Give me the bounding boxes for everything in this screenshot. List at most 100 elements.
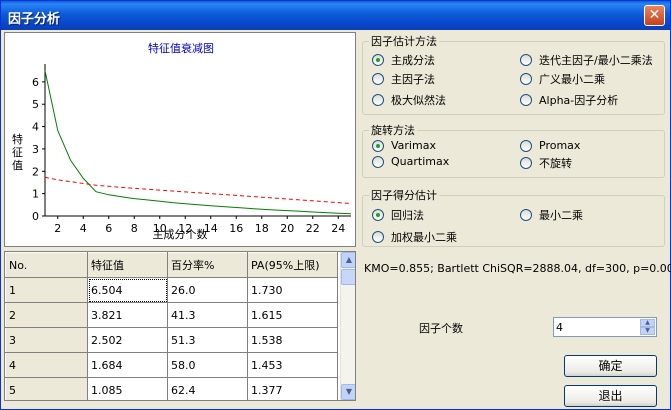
estimation-option-label: 广义最小二乘 xyxy=(539,73,605,86)
table-row[interactable]: 4 1.684 58.0 1.453 xyxy=(5,352,338,378)
scree-plot-panel: 0 1 2 3 4 5 6 2 4 6 8 10 12 14 16 18 20 22 24 特征值衰减图 特征值 主… xyxy=(4,32,356,247)
estimation-option-5[interactable]: Alpha-因子分析 xyxy=(520,92,618,108)
factor-count-label: 因子个数 xyxy=(419,322,463,335)
radio-icon[interactable] xyxy=(372,73,384,85)
table-row[interactable]: 5 1.085 62.4 1.377 xyxy=(5,377,338,400)
y-tick-label: 4 xyxy=(32,121,39,134)
rotation-option-label: Quartimax xyxy=(391,155,450,168)
estimation-option-4[interactable]: 极大似然法 xyxy=(372,92,446,108)
radio-icon[interactable] xyxy=(372,155,384,168)
estimation-option-label: Alpha-因子分析 xyxy=(539,94,619,107)
eigenvalue-series-line xyxy=(44,70,352,215)
chart-title: 特征值衰减图 xyxy=(148,42,214,55)
eigenvalue-table: No. 特征值 百分率% PA(95%上限) 1 6.504 26.0 1.730 2 3… xyxy=(5,252,338,400)
estimation-option-label: 极大似然法 xyxy=(391,94,446,107)
y-tick-label: 2 xyxy=(32,165,39,178)
row-number-cell[interactable]: 1 xyxy=(5,277,88,303)
column-header-eigenvalue[interactable]: 特征值 xyxy=(87,252,168,278)
y-tick-label: 3 xyxy=(32,143,39,156)
y-tick-label: 0 xyxy=(32,210,39,223)
table-cell[interactable]: 62.4 xyxy=(167,377,248,400)
table-scrollbar[interactable]: ▲ ▼ xyxy=(340,252,355,400)
radio-selected-icon[interactable] xyxy=(372,54,384,66)
scroll-down-icon[interactable]: ▼ xyxy=(341,384,355,400)
rotation-option-label: 不旋转 xyxy=(539,157,572,170)
rotation-option-0[interactable]: Varimax xyxy=(372,139,436,152)
y-axis-label: 特征值 xyxy=(12,133,23,172)
table-cell[interactable]: 6.504 xyxy=(87,277,168,303)
radio-selected-icon[interactable] xyxy=(372,209,384,221)
y-tick-label: 5 xyxy=(32,98,39,111)
radio-icon[interactable] xyxy=(520,209,532,221)
scroll-up-icon[interactable]: ▲ xyxy=(341,252,355,268)
table-row[interactable]: 3 2.502 51.3 1.538 xyxy=(5,327,338,353)
rotation-option-2[interactable]: Quartimax xyxy=(372,155,449,168)
table-cell[interactable]: 41.3 xyxy=(167,302,248,328)
column-header-no[interactable]: No. xyxy=(5,252,88,278)
row-number-cell[interactable]: 5 xyxy=(5,377,88,400)
score-option-0[interactable]: 回归法 xyxy=(372,207,424,223)
row-number-cell[interactable]: 3 xyxy=(5,327,88,353)
table-header-row: No. 特征值 百分率% PA(95%上限) xyxy=(5,252,338,278)
estimation-method-legend: 因子估计方法 xyxy=(371,35,437,48)
score-option-1[interactable]: 最小二乘 xyxy=(520,207,583,223)
table-cell[interactable]: 26.0 xyxy=(167,277,248,303)
estimation-option-label: 主因子法 xyxy=(391,73,435,86)
table-cell[interactable]: 3.821 xyxy=(87,302,168,328)
rotation-option-label: Promax xyxy=(539,139,581,152)
radio-icon[interactable] xyxy=(520,54,532,66)
score-option-label: 回归法 xyxy=(391,209,424,222)
table-cell[interactable]: 1.615 xyxy=(247,302,338,328)
radio-selected-icon[interactable] xyxy=(372,139,384,152)
rotation-option-3[interactable]: 不旋转 xyxy=(520,155,572,171)
table-cell[interactable]: 1.377 xyxy=(247,377,338,400)
estimation-option-label: 主成分法 xyxy=(391,54,435,67)
scroll-thumb[interactable] xyxy=(341,269,355,285)
kmo-bartlett-status: KMO=0.855; Bartlett ChiSQR=2888.04, df=3… xyxy=(364,262,671,275)
score-option-label: 加权最小二乘 xyxy=(391,231,457,244)
table-cell[interactable]: 2.502 xyxy=(87,327,168,353)
table-cell[interactable]: 1.730 xyxy=(247,277,338,303)
title-bar[interactable]: 因子分析 ✕ xyxy=(1,1,670,30)
table-row[interactable]: 2 3.821 41.3 1.615 xyxy=(5,302,338,328)
factor-analysis-window: 因子分析 ✕ 0 1 2 3 4 5 6 2 4 6 8 10 12 14 16 18 20 22 24 特征值衰减… xyxy=(0,0,671,410)
column-header-pa[interactable]: PA(95%上限) xyxy=(247,252,338,278)
row-number-cell[interactable]: 2 xyxy=(5,302,88,328)
estimation-option-2[interactable]: 主因子法 xyxy=(372,71,435,87)
x-axis-label: 主成分个数 xyxy=(152,228,208,241)
y-tick-label: 1 xyxy=(32,188,39,201)
y-tick-label: 6 xyxy=(32,76,39,89)
column-header-percent[interactable]: 百分率% xyxy=(167,252,248,278)
spin-up-icon[interactable]: ▲ xyxy=(640,319,655,327)
estimation-option-label: 迭代主因子/最小二乘法 xyxy=(539,54,653,67)
rotation-option-1[interactable]: Promax xyxy=(520,139,580,152)
pa-threshold-series-line xyxy=(44,176,352,204)
factor-count-input[interactable] xyxy=(556,319,638,335)
table-cell[interactable]: 58.0 xyxy=(167,352,248,378)
radio-icon[interactable] xyxy=(520,157,532,169)
radio-icon[interactable] xyxy=(520,139,532,152)
row-number-cell[interactable]: 4 xyxy=(5,352,88,378)
table-cell[interactable]: 1.538 xyxy=(247,327,338,353)
rotation-method-legend: 旋转方法 xyxy=(371,124,415,137)
ok-button[interactable]: 确定 xyxy=(564,355,657,377)
radio-icon[interactable] xyxy=(372,94,384,106)
table-row[interactable]: 1 6.504 26.0 1.730 xyxy=(5,277,338,303)
radio-icon[interactable] xyxy=(372,231,384,243)
radio-icon[interactable] xyxy=(520,73,532,85)
table-cell[interactable]: 1.684 xyxy=(87,352,168,378)
window-title: 因子分析 xyxy=(8,12,61,27)
radio-icon[interactable] xyxy=(520,94,532,106)
estimation-option-0[interactable]: 主成分法 xyxy=(372,52,435,68)
close-button[interactable]: ✕ xyxy=(644,5,665,26)
exit-button[interactable]: 退出 xyxy=(564,385,657,407)
table-cell[interactable]: 1.085 xyxy=(87,377,168,400)
table-cell[interactable]: 1.453 xyxy=(247,352,338,378)
table-cell[interactable]: 51.3 xyxy=(167,327,248,353)
estimation-option-3[interactable]: 广义最小二乘 xyxy=(520,71,605,87)
factor-count-spinner[interactable]: ▲ ▼ xyxy=(553,317,657,337)
score-option-2[interactable]: 加权最小二乘 xyxy=(372,229,457,245)
rotation-option-label: Varimax xyxy=(391,139,436,152)
estimation-option-1[interactable]: 迭代主因子/最小二乘法 xyxy=(520,52,653,68)
spin-down-icon[interactable]: ▼ xyxy=(640,327,655,335)
